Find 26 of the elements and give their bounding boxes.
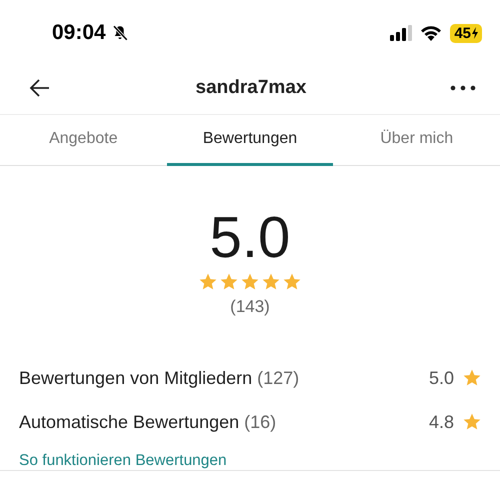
category-score: 5.0	[428, 368, 454, 388]
page-title: sandra7max	[196, 77, 306, 99]
battery-icon: 45	[450, 24, 482, 42]
review-count: (143)	[230, 297, 270, 317]
wifi-icon	[420, 25, 442, 41]
star-icon	[240, 272, 260, 292]
rating-category: Bewertungen von Mitgliedern	[19, 368, 252, 388]
tab[interactable]: Angebote	[0, 115, 167, 166]
category-count: (127)	[257, 368, 300, 388]
bell-muted-icon	[110, 24, 129, 42]
rating-score: 5.0	[210, 208, 290, 268]
star-icon	[282, 272, 302, 292]
tab[interactable]: Bewertungen	[166, 115, 334, 166]
help-link[interactable]: So funktionieren Bewertungen	[19, 452, 227, 470]
category-score: 4.8	[428, 412, 454, 432]
clock-time: 09:04	[52, 21, 106, 45]
signal-icon	[390, 25, 412, 41]
tab[interactable]: Über mich	[333, 115, 500, 166]
rating-category: Automatische Bewertungen	[19, 412, 240, 432]
star-icon	[462, 412, 482, 432]
category-count: (16)	[244, 412, 276, 432]
star-icon	[462, 368, 482, 388]
more-icon[interactable]	[450, 85, 476, 91]
star-icon	[198, 272, 218, 292]
star-icon	[261, 272, 281, 292]
star-icon	[219, 272, 239, 292]
